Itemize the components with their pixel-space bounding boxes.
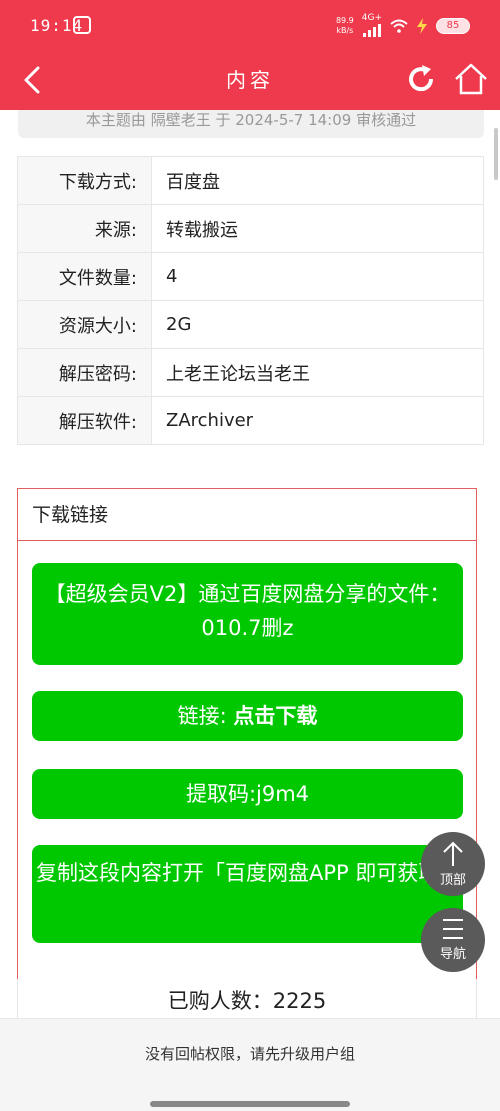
- net-speed: 89.9 kB/s: [336, 16, 354, 36]
- share-info-button[interactable]: 【超级会员V2】通过百度网盘分享的文件：010.7删z: [32, 563, 463, 665]
- info-value: 百度盘: [151, 156, 484, 205]
- copy-content-button[interactable]: 复制这段内容打开「百度网盘APP 即可获取」: [32, 845, 463, 943]
- net-speed-unit: kB/s: [336, 25, 354, 35]
- table-row: 资源大小: 2G: [17, 300, 484, 349]
- info-key: 文件数量:: [17, 252, 152, 301]
- download-link-button[interactable]: 链接: 点击下载: [32, 691, 463, 741]
- status-right: 89.9 kB/s 4G+ 85: [336, 14, 470, 37]
- info-key: 解压密码:: [17, 348, 152, 397]
- gesture-bar[interactable]: [150, 1101, 350, 1107]
- wifi-icon: [390, 19, 408, 33]
- notification-app-icon: [73, 16, 91, 34]
- permission-notice: 没有回帖权限，请先升级用户组: [144, 1045, 355, 1063]
- info-value: 2G: [151, 300, 484, 349]
- table-row: 来源: 转载搬运: [17, 204, 484, 253]
- link-prefix: 链接:: [177, 704, 234, 728]
- table-row: 解压软件: ZArchiver: [17, 396, 484, 445]
- navigation-label: 导航: [439, 947, 466, 962]
- home-icon[interactable]: [452, 60, 490, 98]
- download-heading: 下载链接: [18, 489, 476, 541]
- battery-level: 85: [446, 19, 460, 31]
- battery-icon: 85: [436, 17, 470, 34]
- back-to-top-button[interactable]: 顶部: [421, 832, 485, 896]
- review-notice: 本主题由 隔壁老王 于 2024-5-7 14:09 审核通过: [18, 110, 484, 138]
- app-header: 19:14 89.9 kB/s 4G+ 85 内容: [0, 0, 500, 110]
- back-to-top-label: 顶部: [439, 873, 466, 888]
- info-key: 资源大小:: [17, 300, 152, 349]
- signal-icon: [362, 23, 381, 37]
- refresh-icon[interactable]: [404, 62, 438, 96]
- menu-icon: [443, 919, 463, 939]
- info-key: 来源:: [17, 204, 152, 253]
- charging-icon: [417, 17, 427, 34]
- nav-bar: 内容: [0, 52, 500, 108]
- net-speed-value: 89.9: [335, 15, 354, 25]
- table-row: 解压密码: 上老王论坛当老王: [17, 348, 484, 397]
- table-row: 下载方式: 百度盘: [17, 156, 484, 205]
- table-row: 文件数量: 4: [17, 252, 484, 301]
- info-value: 转载搬运: [151, 204, 484, 253]
- info-value: 上老王论坛当老王: [151, 348, 484, 397]
- resource-info-table: 下载方式: 百度盘 来源: 转载搬运 文件数量: 4 资源大小: 2G 解压密码…: [17, 156, 484, 445]
- link-action: 点击下载: [233, 704, 318, 728]
- info-key: 下载方式:: [17, 156, 152, 205]
- download-links-panel: 下载链接 【超级会员V2】通过百度网盘分享的文件：010.7删z 链接: 点击下…: [17, 488, 477, 980]
- network-type: 4G+: [361, 13, 382, 23]
- scrollbar[interactable]: [494, 128, 498, 180]
- arrow-up-icon: [443, 841, 463, 866]
- info-key: 解压软件:: [17, 396, 152, 445]
- status-bar: 19:14 89.9 kB/s 4G+ 85: [0, 0, 500, 50]
- info-value: 4: [151, 252, 484, 301]
- bottom-bar: 没有回帖权限，请先升级用户组: [0, 1018, 500, 1111]
- extract-code-button[interactable]: 提取码:j9m4: [32, 769, 463, 819]
- navigation-button[interactable]: 导航: [421, 908, 485, 972]
- info-value: ZArchiver: [151, 396, 484, 445]
